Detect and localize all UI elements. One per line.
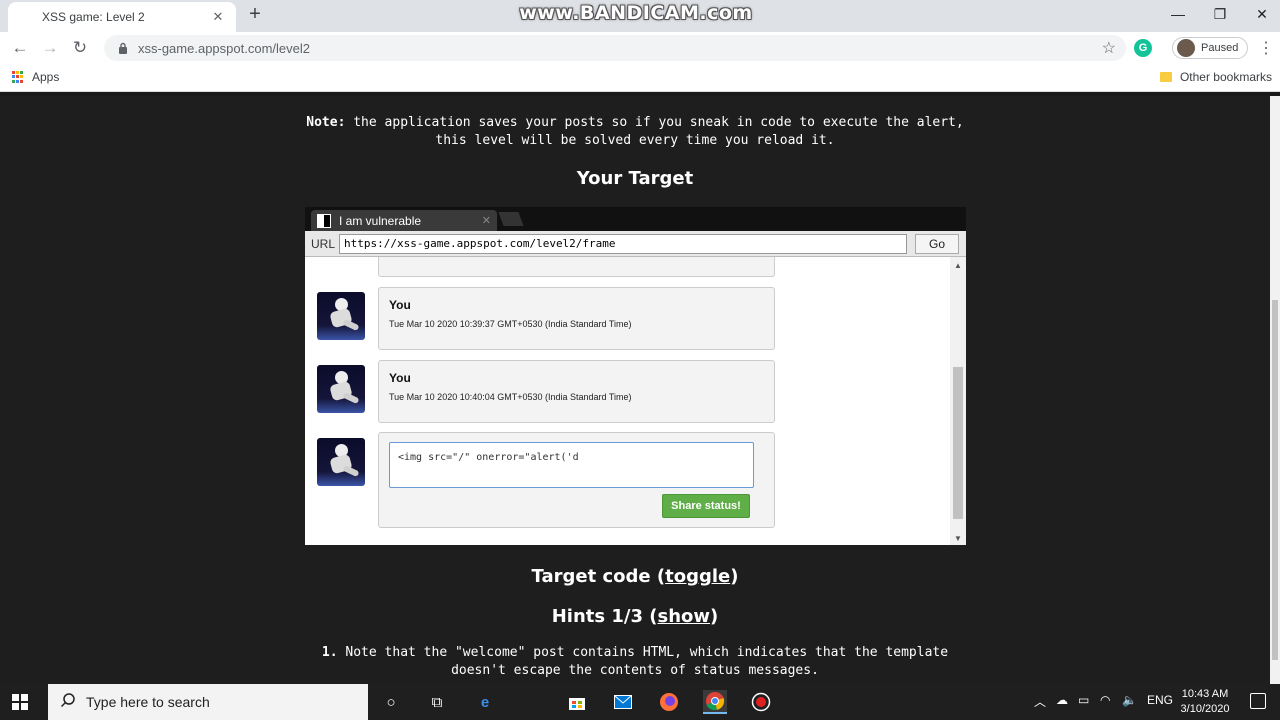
browser-tab[interactable]: XSS game: Level 2 ✕ xyxy=(8,2,236,32)
new-tab-icon[interactable]: + xyxy=(244,4,266,26)
volume-icon[interactable]: 🔈 xyxy=(1122,693,1137,707)
store-icon[interactable] xyxy=(565,690,589,714)
browser-menu-icon[interactable]: ⋮ xyxy=(1258,38,1274,58)
hint-text: Note that the "welcome" post contains HT… xyxy=(337,645,949,678)
cortana-icon[interactable]: ○ xyxy=(379,690,403,714)
target-code-close: ) xyxy=(730,566,739,587)
browser-toolbar: ← → ↻ xss-game.appspot.com/level2 ☆ G Pa… xyxy=(0,32,1280,64)
frame-url-bar: URL https://xss-game.appspot.com/level2/… xyxy=(305,231,966,257)
firefox-icon[interactable] xyxy=(657,690,681,714)
status-post: You Tue Mar 10 2020 10:40:04 GMT+0530 (I… xyxy=(378,360,775,423)
status-post: You Tue Mar 10 2020 10:39:37 GMT+0530 (I… xyxy=(378,287,775,350)
your-target-heading: Your Target xyxy=(576,168,694,189)
system-clock[interactable]: 10:43 AM 3/10/2020 xyxy=(1178,687,1232,717)
apps-shortcut[interactable]: Apps xyxy=(12,70,59,84)
windows-taskbar: Type here to search ○ ⧉ e ︿ ☁ ▭ ◠ 🔈 ENG … xyxy=(0,684,1280,720)
post-author: You xyxy=(389,371,411,385)
minimize-icon[interactable]: — xyxy=(1156,0,1200,28)
forward-icon[interactable]: → xyxy=(38,36,62,60)
tab-title: XSS game: Level 2 xyxy=(42,10,145,24)
task-view-icon[interactable]: ⧉ xyxy=(425,690,449,714)
clock-time: 10:43 AM xyxy=(1181,688,1229,700)
chrome-icon[interactable] xyxy=(703,690,727,714)
target-code-heading: Target code (toggle) xyxy=(0,566,1270,587)
restore-icon[interactable]: ❐ xyxy=(1198,0,1242,28)
taskbar-search[interactable]: Type here to search xyxy=(48,684,368,720)
scroll-down-icon[interactable]: ▼ xyxy=(950,534,966,543)
tab-close-icon[interactable]: ✕ xyxy=(210,9,226,25)
hints-heading: Hints 1/3 (show) xyxy=(0,606,1270,627)
hints-label: Hints 1/3 ( xyxy=(551,606,658,627)
toggle-link[interactable]: toggle xyxy=(665,566,730,587)
lock-icon[interactable] xyxy=(114,42,132,54)
onedrive-icon[interactable]: ☁ xyxy=(1056,693,1068,707)
tray-expand-icon[interactable]: ︿ xyxy=(1034,693,1046,710)
frame-new-tab xyxy=(498,212,524,226)
windows-start-icon[interactable] xyxy=(12,694,28,710)
frame-tab: I am vulnerable ✕ xyxy=(311,210,497,231)
note-label: Note: xyxy=(306,115,346,130)
window-close-icon[interactable]: ✕ xyxy=(1240,0,1280,28)
recording-watermark: www.BANDICAM.com xyxy=(519,2,753,24)
reload-icon[interactable]: ↻ xyxy=(68,36,92,60)
post-date: Tue Mar 10 2020 10:39:37 GMT+0530 (India… xyxy=(389,319,632,329)
frame-scroll-thumb[interactable] xyxy=(953,367,963,519)
show-hints-link[interactable]: show xyxy=(657,606,710,627)
share-status-button[interactable]: Share status! xyxy=(662,494,750,518)
mail-icon[interactable] xyxy=(611,690,635,714)
astronaut-avatar xyxy=(317,365,365,413)
address-bar[interactable]: xss-game.appspot.com/level2 ☆ xyxy=(104,35,1126,61)
edge-icon[interactable]: e xyxy=(473,690,497,714)
status-textarea[interactable]: <img src="/" onerror="alert('d xyxy=(389,442,754,488)
new-status-form: <img src="/" onerror="alert('d Share sta… xyxy=(378,432,775,528)
profile-status: Paused xyxy=(1201,42,1239,54)
target-code-label: Target code ( xyxy=(531,566,666,587)
scroll-up-icon[interactable]: ▲ xyxy=(950,261,966,270)
folder-icon xyxy=(1159,72,1172,82)
battery-icon[interactable]: ▭ xyxy=(1078,693,1089,707)
wifi-icon[interactable]: ◠ xyxy=(1100,693,1110,707)
hint-item: 1. Note that the "welcome" post contains… xyxy=(300,644,970,680)
note-text: the application saves your posts so if y… xyxy=(345,115,964,148)
page-scroll-thumb[interactable] xyxy=(1272,300,1278,660)
grammarly-extension-icon[interactable]: G xyxy=(1134,39,1152,57)
page-content: Note: the application saves your posts s… xyxy=(0,96,1270,684)
search-placeholder: Type here to search xyxy=(86,694,210,710)
astronaut-avatar xyxy=(317,438,365,486)
apps-label: Apps xyxy=(32,70,60,84)
post-date: Tue Mar 10 2020 10:40:04 GMT+0530 (India… xyxy=(389,392,632,402)
back-icon[interactable]: ← xyxy=(8,36,32,60)
bandicam-record-icon[interactable] xyxy=(749,690,773,714)
frame-url-input[interactable]: https://xss-game.appspot.com/level2/fram… xyxy=(339,233,908,254)
frame-url-label: URL xyxy=(311,236,336,251)
avatar xyxy=(1177,39,1195,57)
hint-number: 1. xyxy=(321,645,338,660)
frame-tab-bar: I am vulnerable ✕ xyxy=(305,207,966,231)
address-url: xss-game.appspot.com/level2 xyxy=(138,40,310,56)
other-bookmarks-label: Other bookmarks xyxy=(1179,70,1272,84)
frame-content: You Tue Mar 10 2020 10:39:37 GMT+0530 (I… xyxy=(305,257,950,545)
frame-scrollbar[interactable]: ▲ ▼ xyxy=(950,257,966,545)
clock-date: 3/10/2020 xyxy=(1180,703,1230,715)
profile-button[interactable]: Paused xyxy=(1172,37,1248,59)
level-note: Note: the application saves your posts s… xyxy=(300,114,970,150)
post-author: You xyxy=(389,298,411,312)
target-frame: I am vulnerable ✕ URL https://xss-game.a… xyxy=(305,207,966,545)
previous-post xyxy=(378,257,775,277)
bookmarks-bar: Apps Other bookmarks xyxy=(0,64,1280,92)
apps-grid-icon xyxy=(12,71,24,83)
notifications-icon[interactable] xyxy=(1250,693,1266,709)
frame-tab-title: I am vulnerable xyxy=(339,213,422,228)
bookmark-star-icon[interactable]: ☆ xyxy=(1102,38,1116,58)
astronaut-avatar xyxy=(317,292,365,340)
hints-close: ) xyxy=(710,606,719,627)
tab-strip: XSS game: Level 2 ✕ + www.BANDICAM.com —… xyxy=(0,0,1280,32)
frame-tab-close-icon: ✕ xyxy=(481,215,491,227)
language-indicator[interactable]: ENG xyxy=(1147,693,1173,707)
search-icon xyxy=(60,692,76,713)
other-bookmarks[interactable]: Other bookmarks xyxy=(1159,70,1272,84)
frame-go-button[interactable]: Go xyxy=(915,233,960,254)
frame-favicon-icon xyxy=(317,213,331,228)
